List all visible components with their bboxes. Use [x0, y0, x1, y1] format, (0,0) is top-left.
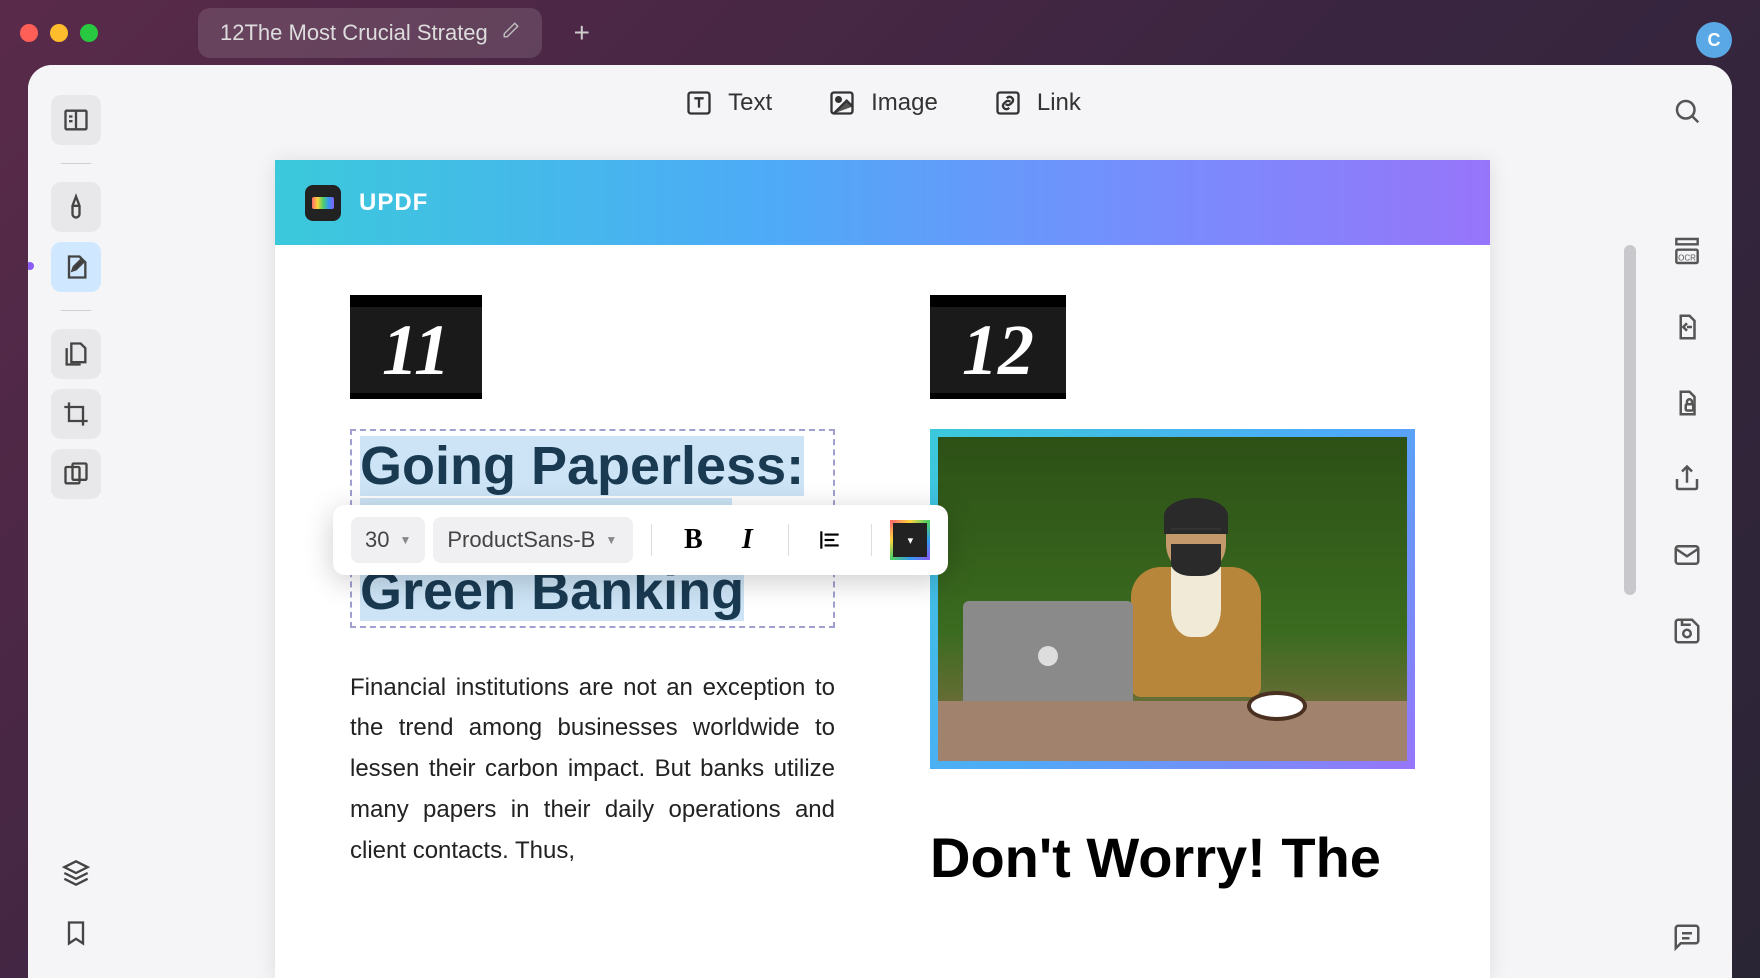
link-tool-label: Link: [1037, 89, 1081, 117]
highlighter-button[interactable]: [51, 182, 101, 232]
active-indicator-dot: [28, 262, 34, 270]
email-button[interactable]: [1666, 534, 1708, 576]
crop-button[interactable]: [51, 389, 101, 439]
traffic-lights: [20, 24, 98, 42]
text-tool-button[interactable]: Text: [684, 88, 772, 118]
text-tool-label: Text: [728, 89, 772, 117]
search-button[interactable]: [1666, 90, 1708, 132]
page-header-banner: UPDF: [275, 160, 1490, 245]
organize-pages-button[interactable]: [51, 329, 101, 379]
brand-text: UPDF: [359, 189, 428, 217]
font-family-value: ProductSans-B: [447, 527, 595, 553]
tab-bar: 12The Most Crucial Strateg +: [198, 8, 602, 58]
ocr-button[interactable]: OCR: [1666, 230, 1708, 272]
text-color-button[interactable]: ▾: [890, 520, 930, 560]
share-button[interactable]: [1666, 458, 1708, 500]
new-tab-button[interactable]: +: [562, 17, 602, 49]
protect-button[interactable]: [1666, 382, 1708, 424]
chevron-down-icon: ▾: [908, 534, 914, 547]
image-icon: [827, 88, 857, 118]
right-sidebar: OCR: [1642, 65, 1732, 978]
sidebar-divider: [61, 310, 91, 311]
save-button[interactable]: [1666, 610, 1708, 652]
toolbar-divider: [871, 524, 872, 556]
font-size-select[interactable]: 30 ▼: [351, 517, 425, 563]
avatar[interactable]: C: [1696, 22, 1732, 58]
maximize-window-button[interactable]: [80, 24, 98, 42]
chevron-down-icon: ▼: [605, 533, 617, 547]
font-size-value: 30: [365, 527, 389, 553]
right-column: 12: [930, 295, 1415, 888]
comment-button[interactable]: [1666, 916, 1708, 958]
chevron-down-icon: ▼: [399, 533, 411, 547]
window-titlebar: 12The Most Crucial Strateg + C: [0, 0, 1760, 65]
app-window: Text Image Link UPDF: [28, 65, 1732, 978]
photo-frame: [930, 429, 1415, 769]
center-area: Text Image Link UPDF: [123, 65, 1642, 978]
heading-right: Don't Worry! The: [930, 829, 1415, 888]
left-column: 11 Going Paperless: A Step Toward Green …: [350, 295, 835, 888]
bold-button[interactable]: B: [670, 517, 716, 563]
link-icon: [993, 88, 1023, 118]
document-tab[interactable]: 12The Most Crucial Strateg: [198, 8, 542, 58]
reader-mode-button[interactable]: [51, 95, 101, 145]
compare-pages-button[interactable]: [51, 449, 101, 499]
layers-button[interactable]: [51, 848, 101, 898]
avatar-initial: C: [1708, 30, 1721, 51]
tab-label: 12The Most Crucial Strateg: [220, 20, 488, 46]
svg-text:OCR: OCR: [1678, 253, 1696, 262]
section-number-block: 11: [350, 295, 482, 399]
italic-button[interactable]: I: [724, 517, 770, 563]
align-button[interactable]: [807, 517, 853, 563]
laptop-graphic: [963, 601, 1133, 711]
section-number: 12: [930, 307, 1066, 393]
heading-line: Going Paperless:: [360, 436, 804, 496]
minimize-window-button[interactable]: [50, 24, 68, 42]
scrollbar-thumb[interactable]: [1624, 245, 1636, 595]
body-paragraph: Financial institutions are not an except…: [350, 668, 835, 872]
toolbar-divider: [788, 524, 789, 556]
convert-button[interactable]: [1666, 306, 1708, 348]
edit-toolbar: Text Image Link: [123, 65, 1642, 140]
image-tool-button[interactable]: Image: [827, 88, 938, 118]
section-number-block: 12: [930, 295, 1066, 399]
toolbar-divider: [651, 524, 652, 556]
image-tool-label: Image: [871, 89, 938, 117]
text-format-toolbar: 30 ▼ ProductSans-B ▼ B I ▾: [333, 505, 948, 575]
font-family-select[interactable]: ProductSans-B ▼: [433, 517, 633, 563]
section-number: 11: [350, 307, 482, 393]
sidebar-divider: [61, 163, 91, 164]
close-window-button[interactable]: [20, 24, 38, 42]
updf-logo-icon: [305, 185, 341, 221]
bookmark-button[interactable]: [51, 908, 101, 958]
photo-man-laptop: [938, 437, 1407, 761]
edit-text-button[interactable]: [51, 242, 101, 292]
text-icon: [684, 88, 714, 118]
pencil-icon: [502, 21, 520, 44]
left-sidebar: [28, 65, 123, 978]
link-tool-button[interactable]: Link: [993, 88, 1081, 118]
